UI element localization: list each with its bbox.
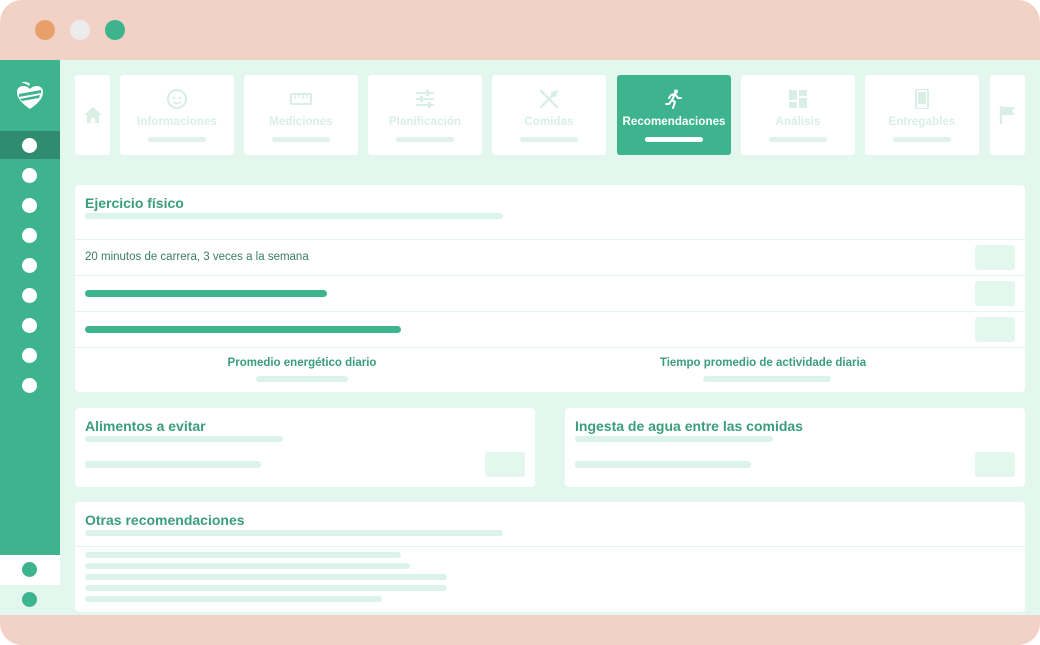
tab-recomendaciones[interactable]: Recomendaciones (617, 75, 731, 155)
title-bar (0, 0, 1040, 60)
window-bottom-frame (0, 615, 1040, 645)
tab-label: Planificación (388, 116, 462, 128)
water-intake-title: Ingesta de agua entre las comidas (575, 418, 803, 434)
exercise-row-text: 20 minutos de carrera, 3 veces a la sema… (85, 251, 309, 263)
sidebar-bottom-item-2[interactable] (0, 585, 60, 615)
skeleton-line (85, 563, 410, 569)
nav-dot-icon (22, 318, 37, 333)
phone-icon (915, 89, 929, 109)
skeleton-line (85, 552, 401, 558)
nav-dot-icon (22, 592, 37, 607)
row-divider (75, 239, 1025, 240)
window-close-button[interactable] (35, 20, 55, 40)
nav-dot-icon (22, 258, 37, 273)
sidebar-item-8[interactable] (0, 341, 60, 369)
skeleton-line (575, 461, 751, 468)
tab-label: Entregables (888, 116, 956, 128)
water-intake-action-button[interactable] (975, 452, 1015, 477)
energy-average-label: Promedio energético diario (227, 357, 377, 369)
flag-icon (999, 106, 1015, 124)
sidebar-item-7[interactable] (0, 311, 60, 339)
tab-underline (148, 137, 206, 142)
skeleton-line (575, 436, 773, 442)
tab-underline (520, 137, 578, 142)
tab-underline (769, 137, 827, 142)
window-maximize-button[interactable] (105, 20, 125, 40)
tab-underline (396, 137, 454, 142)
tab-label: Mediciones (269, 116, 333, 128)
sidebar-item-6[interactable] (0, 281, 60, 309)
nav-dot-icon (22, 198, 37, 213)
dashboard-icon (789, 90, 807, 108)
skeleton-line (85, 213, 503, 219)
row-divider (75, 347, 1025, 348)
activity-time-average-value-skeleton (703, 376, 831, 382)
avoid-foods-title: Alimentos a evitar (85, 418, 206, 434)
skeleton-line (85, 530, 503, 536)
sidebar-item-5[interactable] (0, 251, 60, 279)
main-content: Informaciones Mediciones Planificación C… (60, 60, 1040, 615)
avoid-foods-card: Alimentos a evitar (75, 408, 535, 487)
nav-dot-icon (22, 288, 37, 303)
tab-informaciones[interactable]: Informaciones (120, 75, 234, 155)
running-icon (665, 89, 682, 109)
tab-label: Comidas (524, 116, 574, 128)
exercise-card-title: Ejercicio físico (85, 195, 184, 211)
utensils-icon (539, 89, 559, 109)
nav-dot-icon (22, 562, 37, 577)
other-recommendations-title: Otras recomendaciones (85, 512, 245, 528)
nav-dot-icon (22, 168, 37, 183)
sidebar-item-3[interactable] (0, 191, 60, 219)
skeleton-line (85, 574, 447, 580)
nav-dot-icon (22, 138, 37, 153)
skeleton-line (85, 585, 447, 591)
nav-dot-icon (22, 228, 37, 243)
row-divider (75, 275, 1025, 276)
row-divider (75, 546, 1025, 547)
nav-dot-icon (22, 348, 37, 363)
tab-mediciones[interactable]: Mediciones (244, 75, 358, 155)
tab-comidas[interactable]: Comidas (492, 75, 606, 155)
sidebar-item-2[interactable] (0, 161, 60, 189)
activity-time-average-label: Tiempo promedio de actividade diaria (659, 357, 867, 369)
sidebar-item-1[interactable] (0, 131, 60, 159)
tab-underline (272, 137, 330, 142)
tab-entregables[interactable]: Entregables (865, 75, 979, 155)
sidebar-item-4[interactable] (0, 221, 60, 249)
exercise-row-2-progress-bar (85, 290, 327, 297)
home-icon (83, 107, 102, 123)
exercise-row-3-action-button[interactable] (975, 317, 1015, 342)
skeleton-line (85, 436, 283, 442)
exercise-row-1-action-button[interactable] (975, 245, 1015, 270)
sidebar-item-9[interactable] (0, 371, 60, 399)
nav-dot-icon (22, 378, 37, 393)
heart-shield-icon[interactable] (14, 80, 46, 112)
tab-label: Recomendaciones (622, 116, 726, 128)
tab-analisis[interactable]: Análisis (741, 75, 855, 155)
tab-underline (645, 137, 703, 142)
skeleton-line (85, 461, 261, 468)
skeleton-line (85, 596, 382, 602)
tab-label: Informaciones (137, 116, 217, 128)
avoid-foods-action-button[interactable] (485, 452, 525, 477)
exercise-row-2-action-button[interactable] (975, 281, 1015, 306)
tab-flag[interactable] (990, 75, 1025, 155)
app-window: Informaciones Mediciones Planificación C… (0, 0, 1040, 645)
tab-label: Análisis (775, 116, 821, 128)
exercise-row-3-progress-bar (85, 326, 401, 333)
face-icon (166, 89, 188, 109)
tab-underline (893, 137, 951, 142)
sliders-icon (416, 90, 434, 108)
row-divider (75, 311, 1025, 312)
tab-planificacion[interactable]: Planificación (368, 75, 482, 155)
sidebar (0, 60, 60, 615)
other-recommendations-card: Otras recomendaciones (75, 502, 1025, 612)
water-intake-card: Ingesta de agua entre las comidas (565, 408, 1025, 487)
window-minimize-button[interactable] (70, 20, 90, 40)
ruler-icon (290, 93, 312, 105)
energy-average-value-skeleton (256, 376, 348, 382)
exercise-card: Ejercicio físico 20 minutos de carrera, … (75, 185, 1025, 392)
sidebar-bottom-item-1[interactable] (0, 555, 60, 585)
tab-home[interactable] (75, 75, 110, 155)
